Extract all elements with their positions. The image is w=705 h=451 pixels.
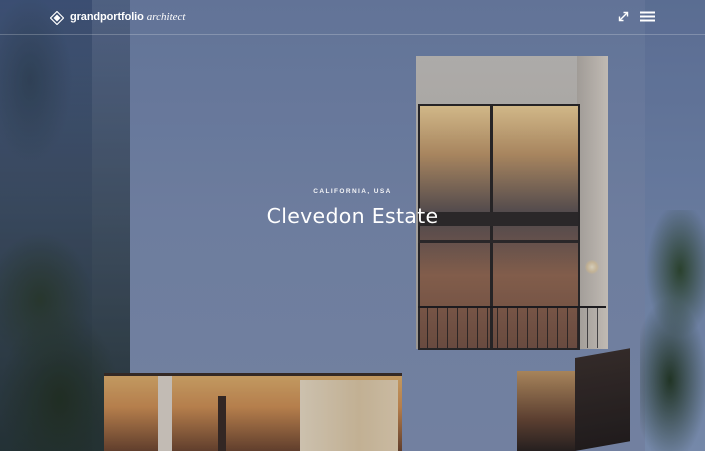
brand-name: grandportfolio [70, 11, 144, 23]
brand-suffix: architect [146, 11, 186, 23]
page: grandportfolio architect CALIFORNIA, USA… [0, 0, 705, 451]
fullscreen-button[interactable] [615, 9, 631, 25]
site-header: grandportfolio architect [0, 0, 705, 35]
header-tools [615, 9, 655, 25]
fullscreen-icon [618, 10, 629, 25]
brand-logo-link[interactable]: grandportfolio architect [49, 8, 186, 26]
diamond-logo-icon [49, 10, 65, 26]
menu-button[interactable] [639, 9, 655, 25]
hero-caption: CALIFORNIA, USA Clevedon Estate [0, 188, 705, 228]
project-title[interactable]: Clevedon Estate [0, 204, 705, 228]
project-location: CALIFORNIA, USA [313, 188, 392, 195]
menu-icon [639, 10, 655, 25]
